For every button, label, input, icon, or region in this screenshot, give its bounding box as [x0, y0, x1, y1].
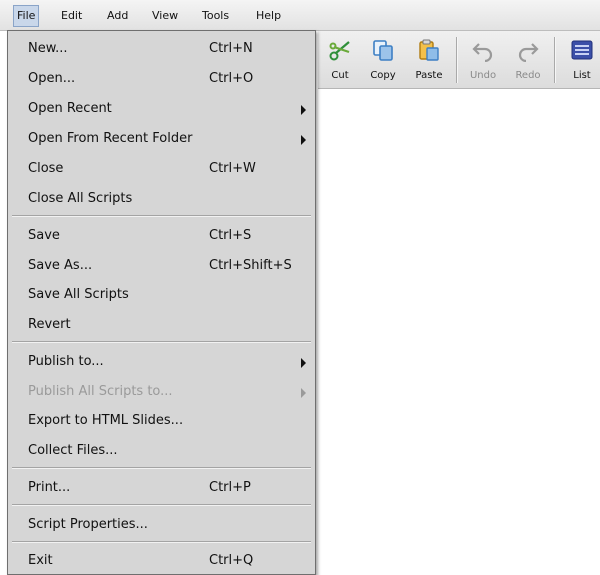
file-menu-dropdown: New... Ctrl+N Open... Ctrl+O Open Recent… [7, 30, 316, 575]
menu-item-exit[interactable]: Exit Ctrl+Q [8, 547, 315, 575]
list-label: List [573, 70, 591, 81]
menu-view[interactable]: View [152, 6, 178, 26]
cut-button[interactable]: Cut [318, 34, 362, 84]
menu-item-shortcut: Ctrl+N [209, 41, 253, 56]
menu-item-script-properties[interactable]: Script Properties... [8, 511, 315, 539]
toolbar-separator [456, 37, 458, 83]
menu-item-shortcut: Ctrl+W [209, 161, 256, 176]
menu-item-label: Open Recent [28, 101, 112, 116]
menu-item-save-all-scripts[interactable]: Save All Scripts [8, 281, 315, 309]
copy-label: Copy [370, 70, 396, 81]
menu-separator [12, 541, 311, 543]
menu-item-collect-files[interactable]: Collect Files... [8, 437, 315, 465]
menu-item-print[interactable]: Print... Ctrl+P [8, 474, 315, 502]
list-button[interactable]: List [560, 34, 600, 84]
menu-item-revert[interactable]: Revert [8, 311, 315, 339]
menu-add[interactable]: Add [107, 6, 128, 26]
menu-item-shortcut: Ctrl+O [209, 71, 254, 86]
menu-item-open[interactable]: Open... Ctrl+O [8, 65, 315, 93]
redo-label: Redo [515, 70, 541, 81]
paste-icon [419, 39, 439, 61]
menu-item-shortcut: Ctrl+P [209, 480, 251, 495]
menu-item-label: Export to HTML Slides... [28, 413, 184, 428]
menu-item-label: Close [28, 161, 64, 176]
copy-button[interactable]: Copy [361, 34, 405, 84]
menu-separator [12, 215, 311, 217]
menu-item-export-html-slides[interactable]: Export to HTML Slides... [8, 407, 315, 435]
menu-bar: File Edit Add View Tools Help [0, 0, 600, 31]
menu-separator [12, 467, 311, 469]
menu-item-label: Save As... [28, 258, 93, 273]
menu-item-shortcut: Ctrl+Q [209, 553, 254, 568]
menu-separator [12, 341, 311, 343]
redo-icon [518, 43, 539, 62]
menu-help[interactable]: Help [256, 6, 281, 26]
submenu-arrow-icon [301, 388, 306, 398]
paste-button[interactable]: Paste [407, 34, 451, 84]
menu-item-label: Save [28, 228, 60, 243]
submenu-arrow-icon [301, 358, 306, 368]
redo-button[interactable]: Redo [506, 34, 550, 84]
menu-item-open-recent[interactable]: Open Recent [8, 95, 315, 123]
cut-label: Cut [331, 70, 349, 81]
toolbar: Cut Copy Paste Undo Redo List [318, 31, 600, 89]
menu-item-label: Open... [28, 71, 76, 86]
submenu-arrow-icon [301, 105, 306, 115]
menu-item-publish-all-scripts-to[interactable]: Publish All Scripts to... [8, 378, 315, 406]
menu-file[interactable]: File [13, 5, 40, 27]
menu-item-label: Collect Files... [28, 443, 118, 458]
menu-edit[interactable]: Edit [61, 6, 82, 26]
menu-item-shortcut: Ctrl+Shift+S [209, 258, 292, 273]
undo-icon [472, 43, 493, 62]
menu-item-label: Open From Recent Folder [28, 131, 193, 146]
menu-item-save[interactable]: Save Ctrl+S [8, 222, 315, 250]
menu-separator [12, 504, 311, 506]
menu-item-label: Save All Scripts [28, 287, 129, 302]
menu-item-open-from-recent-folder[interactable]: Open From Recent Folder [8, 125, 315, 153]
menu-item-label: New... [28, 41, 68, 56]
menu-item-save-as[interactable]: Save As... Ctrl+Shift+S [8, 252, 315, 280]
menu-item-new[interactable]: New... Ctrl+N [8, 35, 315, 63]
submenu-arrow-icon [301, 135, 306, 145]
menu-item-label: Script Properties... [28, 517, 148, 532]
menu-item-label: Print... [28, 480, 71, 495]
toolbar-separator [554, 37, 556, 83]
menu-tools[interactable]: Tools [202, 6, 229, 26]
paste-label: Paste [415, 70, 443, 81]
menu-item-label: Revert [28, 317, 71, 332]
menu-item-publish-to[interactable]: Publish to... [8, 348, 315, 376]
menu-item-label: Exit [28, 553, 53, 568]
menu-item-label: Close All Scripts [28, 191, 133, 206]
menu-item-label: Publish to... [28, 354, 104, 369]
undo-button[interactable]: Undo [461, 34, 505, 84]
menu-item-label: Publish All Scripts to... [28, 384, 173, 399]
undo-label: Undo [469, 70, 497, 81]
menu-item-close-all-scripts[interactable]: Close All Scripts [8, 185, 315, 213]
menu-item-shortcut: Ctrl+S [209, 228, 252, 243]
scissors-icon [329, 41, 350, 61]
copy-icon [373, 40, 393, 61]
list-icon [571, 40, 593, 60]
menu-item-close[interactable]: Close Ctrl+W [8, 155, 315, 183]
